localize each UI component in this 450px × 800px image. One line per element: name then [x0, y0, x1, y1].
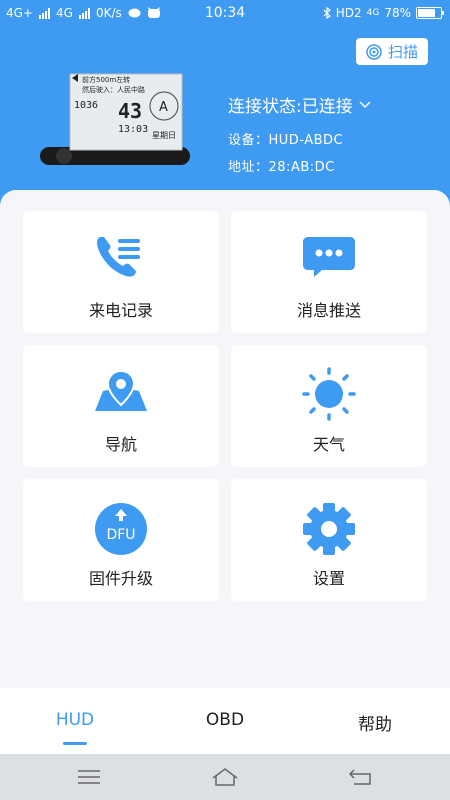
system-nav-bar: [0, 754, 450, 800]
back-icon[interactable]: [346, 766, 376, 788]
card-navigation[interactable]: 导航: [23, 345, 219, 467]
home-icon[interactable]: [210, 766, 240, 788]
address-value: 28:AB:DC: [268, 160, 335, 175]
scan-button[interactable]: 扫描: [356, 38, 428, 65]
card-label: 来电记录: [88, 301, 153, 320]
hud-time2: 13:03: [118, 124, 148, 135]
connection-state[interactable]: 连接状态:已连接: [228, 92, 371, 117]
gear-icon: [303, 503, 355, 555]
hud-speed: 43: [118, 99, 142, 123]
active-tab-indicator: [63, 742, 87, 745]
hud-line1: 前方500m左转: [82, 75, 130, 84]
map-pin-icon: [95, 369, 147, 411]
hud-line2: 然后驶入：人民中路: [82, 85, 145, 94]
device-value: HUD-ABDC: [268, 133, 344, 148]
bluetooth-icon: [323, 7, 331, 19]
card-firmware-upgrade[interactable]: DFU 固件升级: [23, 479, 219, 601]
device-label: 设备：: [228, 133, 269, 148]
card-settings[interactable]: 设置: [231, 479, 427, 601]
hud-device-image: 前方500m左转 然后驶入：人民中路 1036 43 A 13:03 星期日: [40, 73, 190, 165]
bottom-tab-bar: HUD OBD 帮助: [0, 688, 450, 754]
dfu-upgrade-icon: DFU: [95, 503, 147, 555]
dfu-badge: DFU: [106, 527, 135, 543]
tab-label: OBD: [205, 710, 245, 730]
message-icon: [303, 237, 355, 277]
hd-indicator: HD2: [335, 6, 362, 20]
scan-label: 扫描: [387, 43, 418, 61]
hud-compass: A: [159, 100, 168, 115]
card-call-log[interactable]: 来电记录: [23, 211, 219, 333]
sun-icon: [302, 367, 356, 421]
chevron-down-icon: [359, 100, 371, 108]
address-row: 地址：28:AB:DC: [228, 156, 371, 175]
status-bar: 4G+ 4G 0K/s 10:34 HD2 4G 78%: [0, 0, 450, 28]
tab-label: 帮助: [358, 715, 392, 735]
radar-icon: [366, 43, 382, 60]
card-label: 设置: [312, 569, 345, 588]
card-label: 固件升级: [88, 569, 153, 588]
battery-percent: 78%: [384, 6, 411, 20]
card-weather[interactable]: 天气: [231, 345, 427, 467]
card-label: 天气: [312, 435, 345, 454]
tab-label: HUD: [55, 710, 95, 730]
card-label: 导航: [104, 435, 137, 454]
card-message-push[interactable]: 消息推送: [231, 211, 427, 333]
card-label: 消息推送: [296, 301, 361, 320]
tab-hud[interactable]: HUD: [15, 710, 135, 745]
menu-icon[interactable]: [74, 766, 104, 788]
hud-weekday: 星期日: [152, 131, 176, 140]
address-label: 地址：: [228, 160, 269, 175]
phone-list-icon: [97, 237, 140, 277]
menu-panel: 来电记录 消息推送 导航 天气 DFU 固件升级 设置: [0, 190, 450, 690]
device-row: 设备：HUD-ABDC: [228, 129, 371, 148]
hud-time1: 1036: [74, 100, 98, 111]
tab-obd[interactable]: OBD: [165, 710, 285, 730]
connection-info: 连接状态:已连接 设备：HUD-ABDC 地址：28:AB:DC: [228, 92, 371, 175]
network-type-3: 4G: [366, 8, 380, 18]
battery-icon: [416, 7, 444, 19]
tab-help[interactable]: 帮助: [315, 710, 435, 735]
connection-state-label: 连接状态:已连接: [228, 97, 353, 117]
